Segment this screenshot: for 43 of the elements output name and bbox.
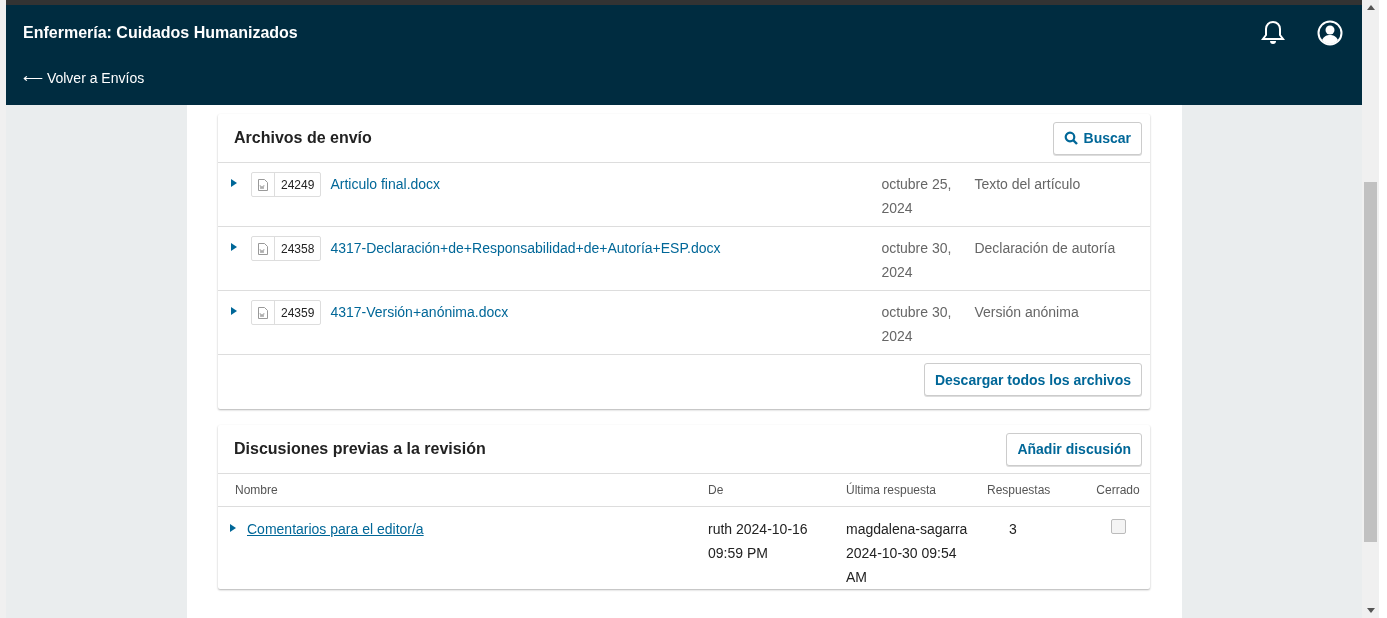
file-link[interactable]: 4317-Versión+anónima.docx [330,300,882,324]
add-discussion-button[interactable]: Añadir discusión [1006,432,1142,466]
document-icon [258,178,268,191]
column-header: Última respuesta [846,483,938,497]
file-type: Versión anónima [974,303,1079,322]
file-date: octubre 30, 2024 [881,303,953,346]
caret-right-icon[interactable] [229,524,237,532]
file-type: Declaración de autoría [974,239,1116,258]
scroll-down-icon[interactable] [1366,608,1375,613]
document-icon [258,306,268,319]
caret-right-icon[interactable] [230,179,238,187]
scroll-up-icon[interactable] [1366,5,1375,10]
column-header: De [708,483,725,497]
file-link[interactable]: 4317-Declaración+de+Responsabilidad+de+Autoría+ESP.docx [330,236,882,260]
file-date: octubre 25, 2024 [881,175,953,218]
file-type: Texto del artículo [974,175,1081,194]
column-header: Respuestas [986,483,1051,497]
table-cell-text: 3 [1008,520,1018,539]
discussion-link[interactable]: Comentarios para el editor/a [247,517,424,541]
caret-right-icon[interactable] [230,307,238,315]
file-id: 24359 [280,304,316,322]
download-all-button[interactable]: Descargar todos los archivos [923,363,1142,396]
search-icon [1063,131,1078,145]
table-cell-text: ruth 2024-10-16 09:59 PM [708,520,809,563]
user-avatar-icon[interactable] [1317,20,1343,46]
bell-icon[interactable] [1261,20,1285,46]
file-date: octubre 30, 2024 [881,239,953,282]
card-title: Archivos de envío [234,129,372,147]
closed-checkbox[interactable] [1110,519,1126,534]
site-title: Enfermería: Cuidados Humanizados [23,24,298,42]
table-cell-text: magdalena-sagarra 2024-10-30 09:54 AM [846,520,969,587]
search-button[interactable]: Buscar [1052,121,1142,155]
file-id: 24358 [280,240,316,258]
file-id: 24249 [280,176,316,194]
scrollbar[interactable] [1362,0,1379,618]
scrollbar-thumb[interactable] [1364,182,1377,542]
column-header: Cerrado [1096,483,1140,497]
back-link[interactable]: ⟵ Volver a Envíos [23,70,145,86]
caret-right-icon[interactable] [230,243,238,251]
document-icon [258,242,268,255]
column-header: Nombre [235,483,279,497]
card-title: Discusiones previas a la revisión [234,440,486,458]
file-link[interactable]: Articulo final.docx [330,172,882,196]
